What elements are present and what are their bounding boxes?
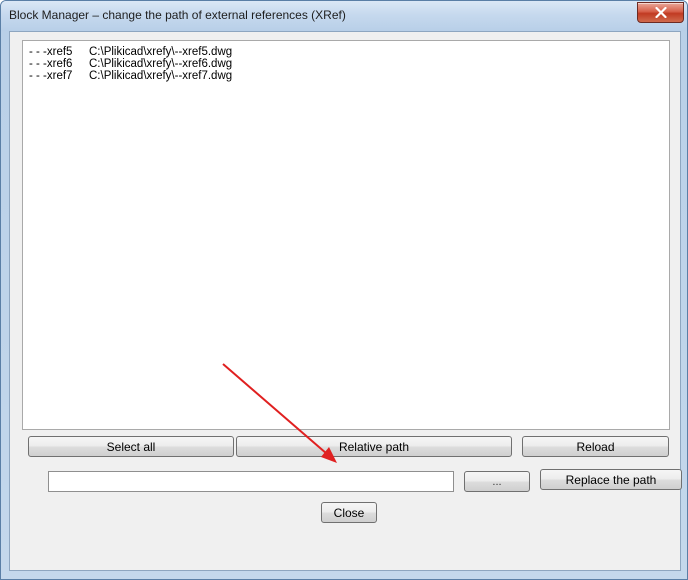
list-item[interactable]: - - -xref5 C:\Plikicad\xrefy\--xref5.dwg <box>29 46 663 58</box>
close-icon <box>654 7 667 18</box>
xref-name: - - -xref6 <box>29 58 73 70</box>
xref-path: C:\Plikicad\xrefy\--xref5.dwg <box>89 46 233 58</box>
title-bar[interactable]: Block Manager – change the path of exter… <box>1 1 687 31</box>
reload-button[interactable]: Reload <box>522 436 669 457</box>
xref-path: C:\Plikicad\xrefy\--xref6.dwg <box>89 58 233 70</box>
replace-path-button[interactable]: Replace the path <box>540 469 682 490</box>
xref-name: - - -xref7 <box>29 70 73 82</box>
window-close-button[interactable] <box>637 2 684 23</box>
relative-path-button[interactable]: Relative path <box>236 436 512 457</box>
block-manager-window: Block Manager – change the path of exter… <box>0 0 688 580</box>
dialog-client-area: - - -xref5 C:\Plikicad\xrefy\--xref5.dwg… <box>9 31 682 571</box>
xref-listbox[interactable]: - - -xref5 C:\Plikicad\xrefy\--xref5.dwg… <box>22 40 670 430</box>
browse-button[interactable]: ... <box>464 471 530 492</box>
list-item[interactable]: - - -xref6 C:\Plikicad\xrefy\--xref6.dwg <box>29 58 663 70</box>
select-all-button[interactable]: Select all <box>28 436 234 457</box>
path-input[interactable] <box>48 471 454 492</box>
xref-path: C:\Plikicad\xrefy\--xref7.dwg <box>89 70 233 82</box>
xref-name: - - -xref5 <box>29 46 73 58</box>
close-button[interactable]: Close <box>321 502 377 523</box>
window-title: Block Manager – change the path of exter… <box>9 8 346 22</box>
list-item[interactable]: - - -xref7 C:\Plikicad\xrefy\--xref7.dwg <box>29 70 663 82</box>
